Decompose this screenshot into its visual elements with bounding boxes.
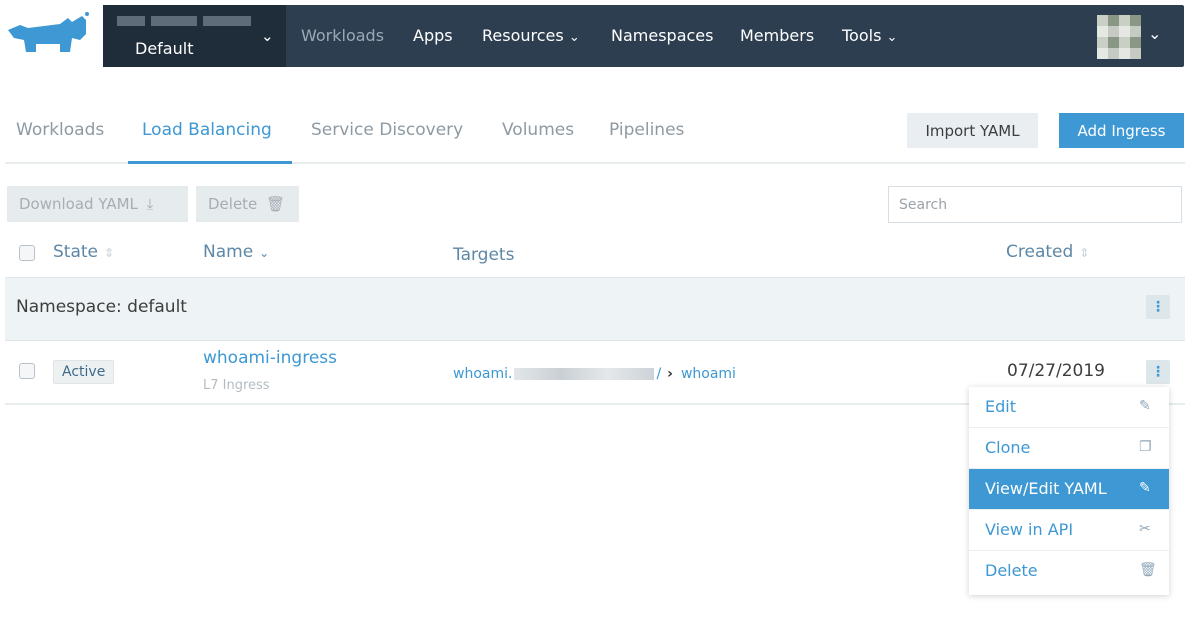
trash-icon: 🗑︎: [266, 195, 286, 213]
sort-descending-icon: ⌄: [259, 246, 270, 260]
tab-load-balancing[interactable]: Load Balancing: [142, 120, 272, 140]
cluster-selector[interactable]: Default ⌄: [103, 5, 286, 67]
tab-volumes[interactable]: Volumes: [502, 120, 574, 140]
add-ingress-button[interactable]: Add Ingress: [1059, 113, 1184, 148]
sort-icon: ⇕: [1079, 246, 1090, 260]
menu-item-label: Edit: [985, 397, 1016, 416]
nav-resources[interactable]: Resources ⌄: [482, 26, 580, 45]
column-header-created[interactable]: Created ⇕: [1006, 242, 1089, 262]
tab-pipelines[interactable]: Pipelines: [609, 120, 684, 140]
nav-tools[interactable]: Tools ⌄: [842, 26, 897, 45]
chevron-down-icon: ⌄: [886, 30, 898, 45]
user-avatar[interactable]: [1097, 15, 1141, 59]
state-header-label: State: [53, 242, 98, 262]
menu-item-view-edit-yaml[interactable]: View/Edit YAML ✎: [969, 469, 1169, 510]
row-checkbox[interactable]: [19, 363, 35, 379]
search-input[interactable]: [888, 186, 1182, 223]
delete-button[interactable]: Delete 🗑︎: [196, 186, 299, 222]
nav-workloads[interactable]: Workloads: [301, 26, 384, 45]
menu-item-delete[interactable]: Delete 🗑︎: [969, 551, 1169, 592]
chevron-right-icon: ›: [667, 366, 673, 382]
menu-item-label: Clone: [985, 438, 1031, 457]
wrench-icon: ✂: [1139, 521, 1151, 537]
column-header-state[interactable]: State ⇕: [53, 242, 114, 262]
group-actions-button[interactable]: ⋮: [1146, 295, 1170, 319]
nav-apps[interactable]: Apps: [413, 26, 453, 45]
namespace-group-label: Namespace: default: [16, 297, 187, 317]
nav-namespaces[interactable]: Namespaces: [611, 26, 713, 45]
name-header-label: Name: [203, 242, 254, 262]
ingress-name-link[interactable]: whoami-ingress: [203, 348, 337, 368]
row-actions-button[interactable]: ⋮: [1146, 360, 1170, 384]
active-tab-indicator: [128, 161, 292, 164]
row-actions-menu: Edit ✎ Clone ❐ View/Edit YAML ✎ View in …: [969, 387, 1169, 595]
menu-item-view-in-api[interactable]: View in API ✂: [969, 510, 1169, 551]
status-badge: Active: [53, 360, 115, 384]
nav-members[interactable]: Members: [740, 26, 814, 45]
nav-resources-label: Resources: [482, 26, 564, 45]
created-header-label: Created: [1006, 242, 1074, 262]
cluster-name: Default: [135, 39, 194, 58]
download-icon: ⤓: [146, 195, 154, 213]
menu-item-label: View in API: [985, 520, 1074, 539]
created-date: 07/27/2019: [1007, 361, 1105, 381]
ingress-type-label: L7 Ingress: [203, 378, 270, 393]
menu-item-label: View/Edit YAML: [985, 479, 1107, 498]
menu-item-label: Delete: [985, 561, 1038, 580]
pencil-icon: ✎: [1139, 480, 1151, 496]
trash-icon: 🗑︎: [1139, 562, 1157, 578]
target-host-suffix: /: [656, 366, 662, 382]
select-all-checkbox[interactable]: [19, 245, 35, 261]
chevron-down-icon: ⌄: [261, 27, 274, 45]
download-yaml-button[interactable]: Download YAML ⤓: [7, 186, 188, 222]
column-header-name[interactable]: Name ⌄: [203, 242, 269, 262]
rancher-logo[interactable]: [0, 0, 100, 70]
tab-service-discovery[interactable]: Service Discovery: [311, 120, 463, 140]
redacted-host: [514, 368, 655, 380]
copy-icon: ❐: [1139, 439, 1152, 455]
menu-item-edit[interactable]: Edit ✎: [969, 387, 1169, 428]
pencil-icon: ✎: [1139, 398, 1151, 414]
target-cell: whoami. / › whoami: [453, 366, 736, 382]
sort-icon: ⇕: [104, 246, 115, 260]
delete-label: Delete: [208, 195, 258, 213]
tab-workloads[interactable]: Workloads: [16, 120, 104, 140]
target-host-prefix: whoami.: [453, 366, 513, 382]
nav-tools-label: Tools: [842, 26, 882, 45]
import-yaml-button[interactable]: Import YAML: [907, 113, 1038, 148]
rancher-logo-icon: [8, 12, 89, 52]
target-service-link[interactable]: whoami: [681, 366, 736, 382]
download-yaml-label: Download YAML: [19, 195, 138, 213]
chevron-down-icon: ⌄: [568, 30, 580, 45]
column-header-targets: Targets: [453, 245, 515, 265]
menu-item-clone[interactable]: Clone ❐: [969, 428, 1169, 469]
chevron-down-icon[interactable]: ⌄: [1148, 24, 1161, 43]
cluster-subtitle-redacted: [117, 16, 251, 26]
target-host-link[interactable]: whoami. /: [453, 366, 661, 382]
